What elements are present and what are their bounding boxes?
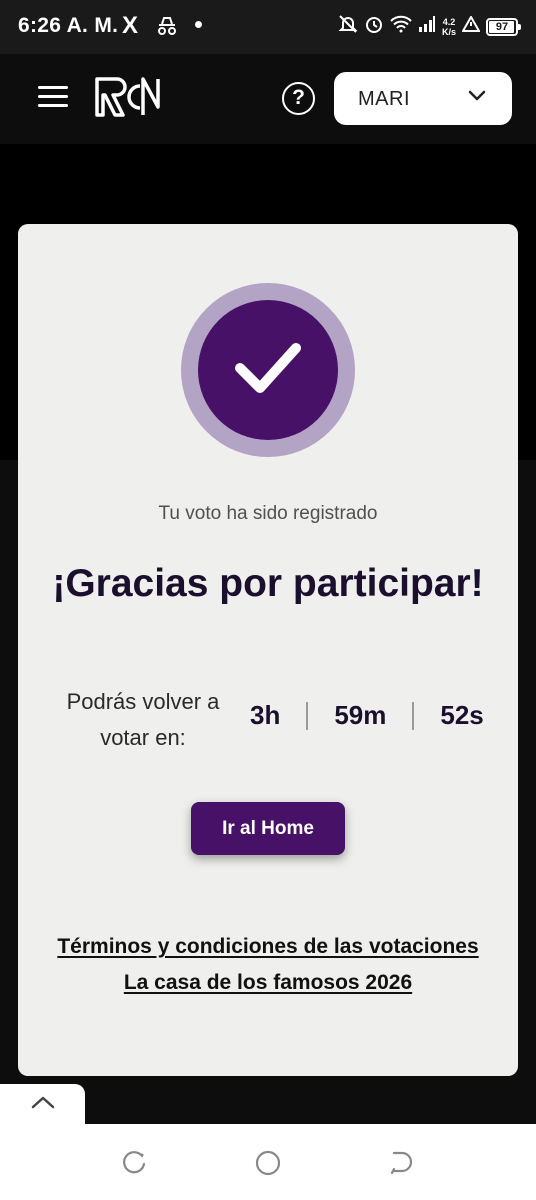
timer-divider [306, 701, 309, 730]
home-nav-icon[interactable] [255, 1150, 281, 1181]
checkmark-icon [232, 340, 304, 401]
terms-link-line2[interactable]: La casa de los famosos 2026 [124, 971, 412, 994]
terms-link-line1[interactable]: Términos y condiciones de las votaciones [57, 935, 478, 958]
go-home-button[interactable]: Ir al Home [191, 802, 345, 855]
chevron-up-icon [31, 1095, 55, 1114]
mute-icon [338, 14, 358, 39]
timer-divider [412, 701, 415, 730]
terms-link-block: Términos y condiciones de las votaciones… [18, 929, 518, 1001]
speed-value: 4.2 [442, 16, 456, 27]
battery-level: 97 [495, 20, 509, 33]
site-header: ? MARI [0, 54, 536, 144]
thanks-title: ¡Gracias por participar! [52, 562, 484, 605]
recents-icon[interactable] [120, 1150, 148, 1181]
success-badge [181, 283, 355, 457]
vote-again-label: Podrás volver a votar en: [66, 689, 220, 750]
help-button[interactable]: ? [282, 82, 315, 115]
vote-registered-text: Tu voto ha sido registrado [158, 503, 378, 524]
speed-unit: K/s [441, 26, 456, 37]
scroll-top-button[interactable] [0, 1084, 85, 1124]
countdown-timer: 3h 59m 52s [250, 700, 484, 731]
vote-confirmation-card: Tu voto ha sido registrado ¡Gracias por … [18, 224, 518, 1076]
user-name: MARI [358, 88, 410, 110]
warning-icon [461, 14, 481, 37]
signal-icon [418, 15, 436, 38]
x-app-icon: X [122, 12, 139, 39]
timer-minutes: 59m [334, 700, 387, 730]
notification-dot-icon [195, 21, 202, 28]
incognito-icon [156, 16, 178, 41]
battery-icon: 97 [486, 17, 521, 36]
hamburger-menu-icon[interactable] [38, 86, 68, 110]
wifi-icon [390, 15, 412, 38]
alarm-icon [364, 14, 384, 39]
network-speed: 4.2 K/s [442, 17, 456, 37]
back-nav-icon[interactable] [390, 1150, 414, 1181]
chevron-down-icon [468, 89, 486, 107]
timer-seconds: 52s [440, 700, 484, 730]
system-nav-bar [0, 1124, 536, 1200]
status-time: 6:26 A. M. [18, 14, 119, 37]
user-dropdown[interactable]: MARI [334, 72, 512, 125]
timer-hours: 3h [250, 700, 281, 730]
status-bar: 6:26 A. M. X 4.2 K/s 97 [0, 0, 536, 54]
rcn-logo[interactable] [94, 76, 162, 123]
